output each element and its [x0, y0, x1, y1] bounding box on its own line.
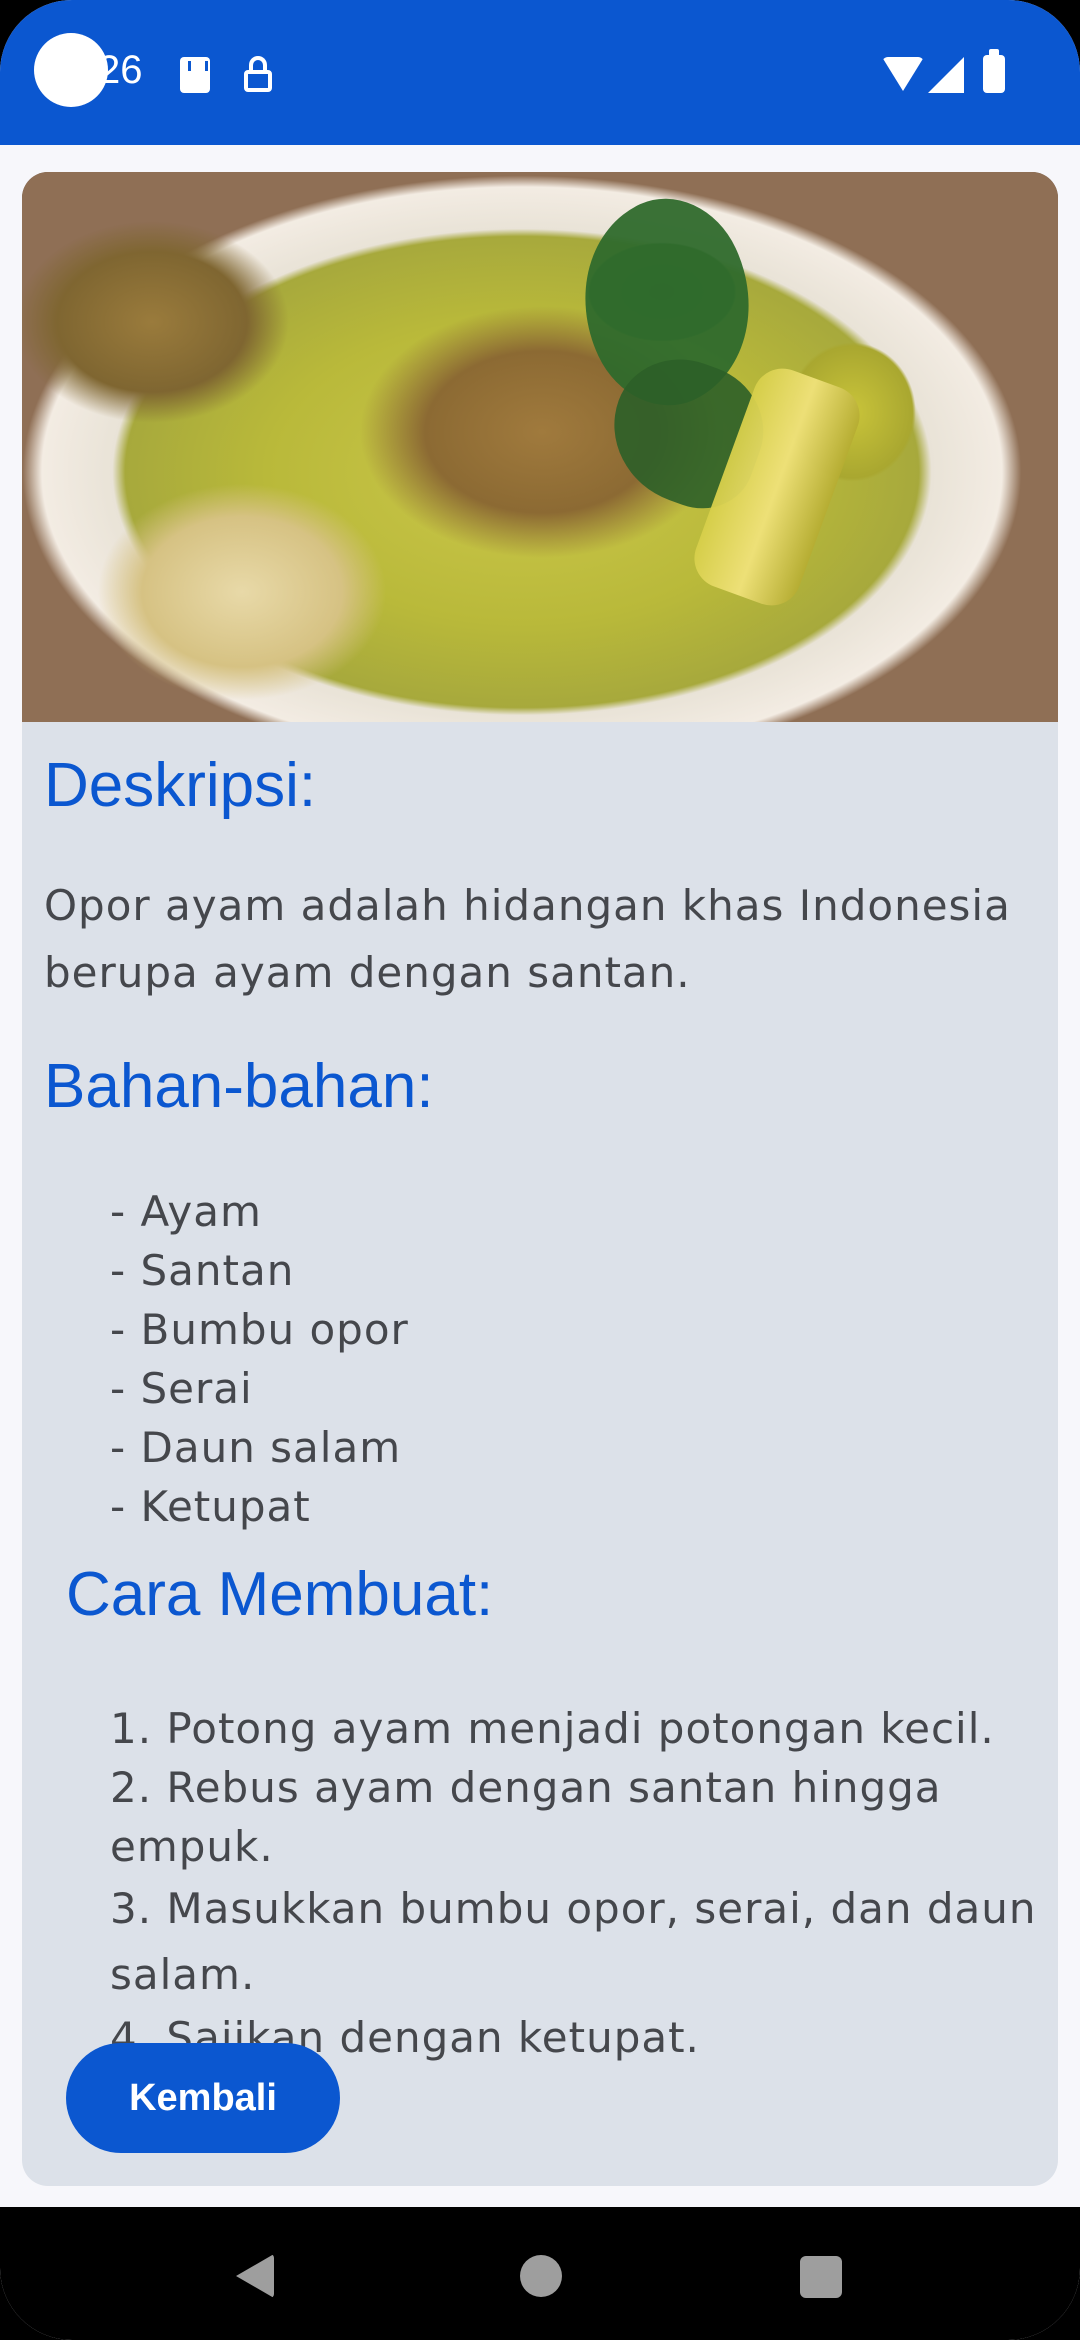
battery-icon	[983, 49, 1005, 93]
ingredient-item: - Ketupat	[110, 1482, 311, 1531]
description-heading: Deskripsi:	[44, 751, 317, 820]
step-item: 3. Masukkan bumbu opor, serai, dan daun …	[110, 1884, 1037, 1999]
recents-icon[interactable]	[800, 2256, 842, 2298]
description-text: Opor ayam adalah hidangan khas Indonesia…	[44, 881, 1011, 997]
ingredient-item: - Bumbu opor	[110, 1305, 409, 1354]
step-item: 2. Rebus ayam dengan santan hingga empuk…	[110, 1763, 942, 1871]
ingredient-item: - Santan	[110, 1246, 295, 1295]
recipe-card: Deskripsi: Opor ayam adalah hidangan kha…	[22, 172, 1058, 2186]
step-item: 1. Potong ayam menjadi potongan kecil.	[110, 1704, 995, 1753]
status-time: 26	[98, 48, 143, 92]
steps-heading: Cara Membuat:	[66, 1560, 494, 1629]
ingredient-item: - Ayam	[110, 1187, 262, 1236]
ingredient-item: - Serai	[110, 1364, 253, 1413]
sd-card-icon	[180, 57, 210, 93]
app-screen: 26 Deskripsi: Opor ayam adalah hidangan …	[0, 0, 1080, 2340]
home-icon[interactable]	[520, 2255, 562, 2297]
ingredient-item: - Daun salam	[110, 1423, 402, 1472]
navigation-bar	[0, 2207, 1080, 2340]
lock-icon	[244, 56, 272, 92]
signal-icon	[928, 57, 964, 93]
recipe-photo	[22, 172, 1058, 722]
back-icon[interactable]	[236, 2254, 274, 2298]
ingredients-heading: Bahan-bahan:	[44, 1052, 434, 1121]
wifi-icon	[882, 57, 924, 91]
steps-list: 1. Potong ayam menjadi potongan kecil. 2…	[110, 1699, 1058, 2067]
back-button[interactable]: Kembali	[66, 2043, 340, 2153]
camera-cutout	[34, 33, 108, 107]
status-bar: 26	[0, 0, 1080, 145]
ingredients-list: - Ayam - Santan - Bumbu opor - Serai - D…	[110, 1182, 1010, 1536]
